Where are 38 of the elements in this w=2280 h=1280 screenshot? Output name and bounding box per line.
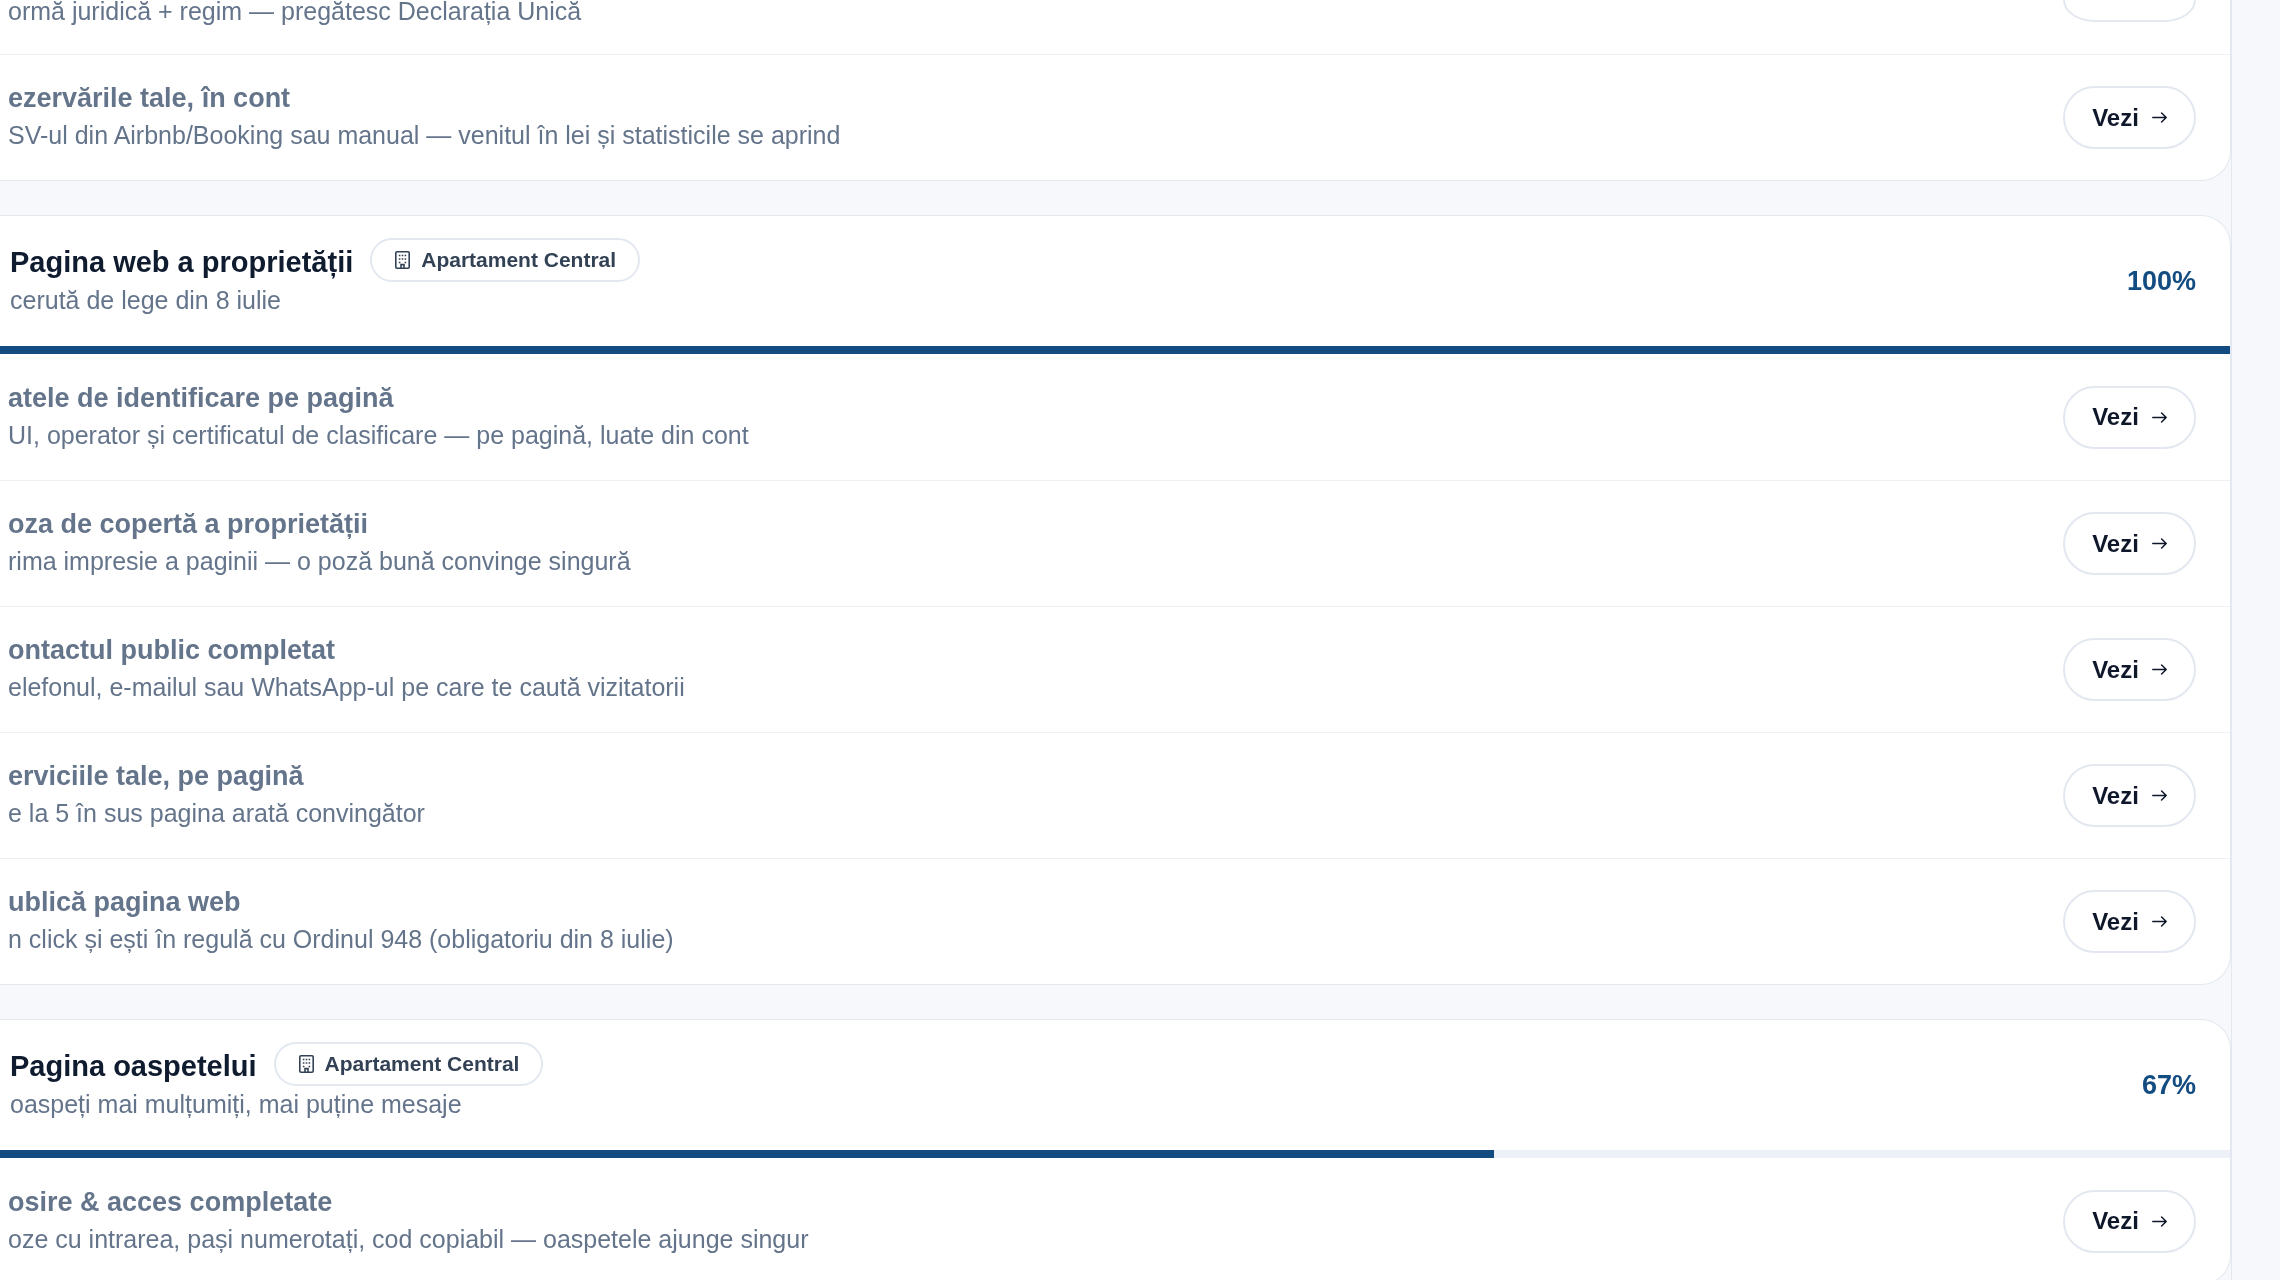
section-title: Pagina oaspetelui bbox=[10, 1049, 257, 1084]
task-description: oze cu intrarea, pași numerotați, cod copiabil — oaspetele ajunge singur bbox=[8, 1223, 809, 1255]
building-icon bbox=[298, 1055, 314, 1073]
task-description: elefonul, e-mailul sau WhatsApp-ul pe care te caută vizitatorii bbox=[8, 672, 685, 703]
task-title: osire & acces completate bbox=[8, 1185, 334, 1219]
view-button[interactable]: Vezi bbox=[2063, 764, 2196, 827]
task-description: SV-ul din Airbnb/Booking sau manual — venitul în lei și statisticile se aprind bbox=[8, 120, 841, 151]
view-button[interactable]: Vezi bbox=[2063, 86, 2196, 149]
building-icon bbox=[395, 251, 411, 269]
view-button[interactable]: Vezi bbox=[2063, 385, 2196, 449]
arrow-right-icon bbox=[2151, 411, 2167, 423]
view-button[interactable]: Vezi bbox=[2063, 1189, 2196, 1253]
progress-percent: 67% bbox=[2141, 1068, 2196, 1102]
property-name: Apartament Central bbox=[421, 247, 617, 274]
view-button[interactable]: Vezi bbox=[2063, 512, 2196, 575]
task-title: ontactul public completat bbox=[8, 634, 337, 667]
arrow-right-icon bbox=[2151, 790, 2167, 801]
task-description: UI, operator și certificatul de clasificare — pe pagină, luate din cont bbox=[8, 419, 749, 451]
arrow-right-icon bbox=[2151, 1215, 2167, 1227]
progress-percent: 100% bbox=[2126, 264, 2196, 298]
task-title: atele de identificare pe pagină bbox=[8, 381, 395, 415]
arrow-right-icon bbox=[2151, 112, 2167, 123]
arrow-right-icon bbox=[2151, 664, 2167, 675]
task-title: ublică pagina web bbox=[8, 886, 242, 919]
section-title: Pagina web a proprietății bbox=[10, 245, 354, 281]
arrow-right-icon bbox=[2151, 916, 2167, 927]
task-description: e la 5 în sus pagina arată convingător bbox=[8, 798, 425, 829]
view-button[interactable]: Vezi bbox=[2063, 890, 2196, 953]
section-subtitle: oaspeți mai mulțumiți, mai puține mesaje bbox=[10, 1089, 463, 1120]
task-title: erviciile tale, pe pagină bbox=[8, 760, 305, 793]
task-description: n click și ești în regulă cu Ordinul 948 (obligatoriu din 8 iulie) bbox=[8, 924, 674, 955]
task-description: rima impresie a paginii — o poză bună convinge singură bbox=[8, 546, 631, 577]
task-title: ezervările tale, în cont bbox=[8, 82, 292, 115]
task-title: oza de copertă a proprietății bbox=[8, 508, 370, 541]
property-name: Apartament Central bbox=[324, 1051, 520, 1078]
arrow-right-icon bbox=[2151, 538, 2167, 549]
section-subtitle: cerută de lege din 8 iulie bbox=[10, 285, 283, 316]
view-button[interactable]: Vezi bbox=[2063, 638, 2196, 701]
